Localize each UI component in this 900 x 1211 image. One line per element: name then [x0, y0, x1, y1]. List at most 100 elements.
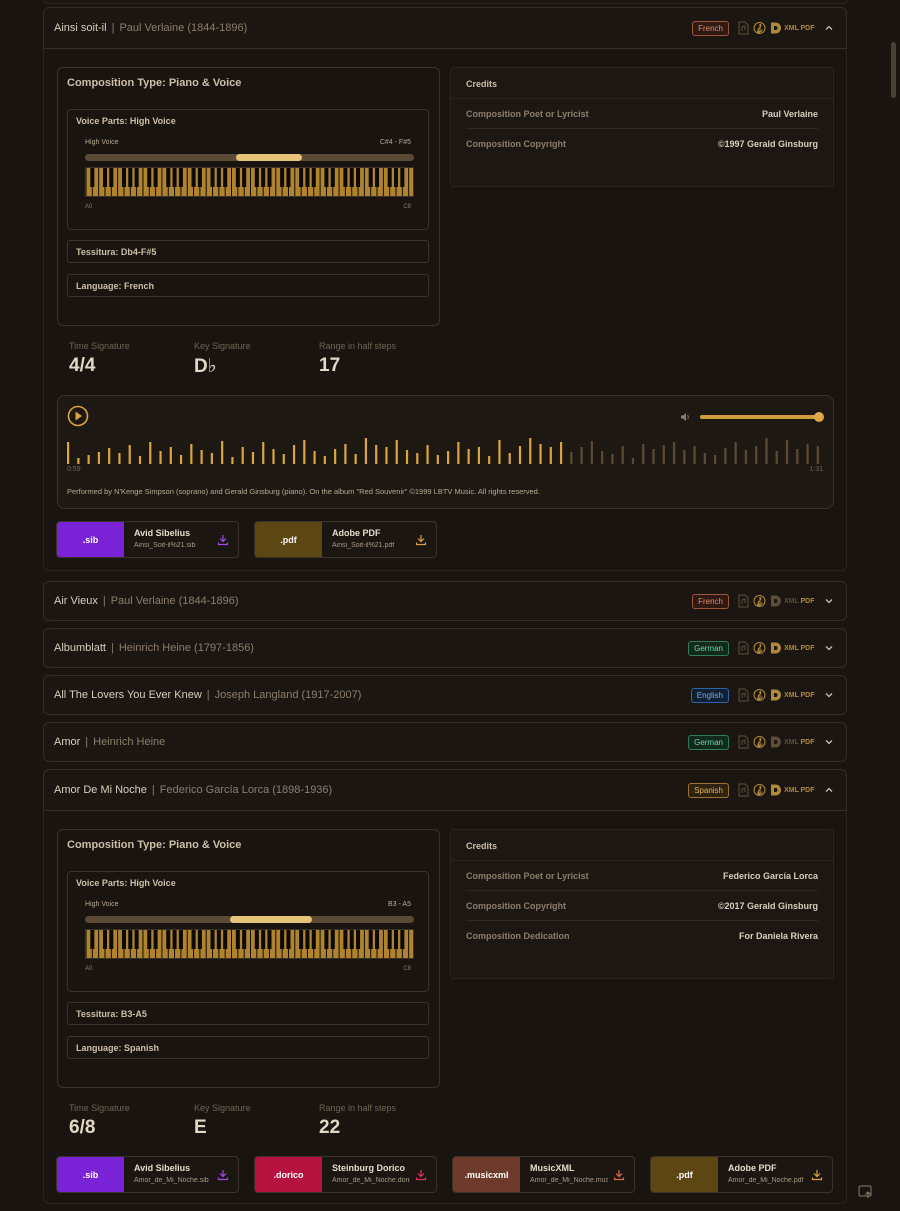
download-icon[interactable] — [415, 1169, 427, 1181]
waveform-bar — [231, 457, 234, 464]
download-musicxml[interactable]: .musicxml MusicXML Amor_de_Mi_Noche.music… — [452, 1156, 635, 1193]
language-badge: German — [688, 734, 729, 750]
waveform-bar — [200, 450, 203, 464]
download-sib[interactable]: .sib Avid Sibelius Ainsi_Soit-il%21.sib — [56, 521, 239, 558]
stat-label: Key Signature — [194, 1103, 251, 1113]
stat-label: Key Signature — [194, 341, 251, 351]
black-key — [393, 930, 399, 949]
waveform-bar — [118, 453, 121, 464]
download-icon[interactable] — [415, 534, 427, 546]
file-type-name: MusicXML — [530, 1163, 575, 1173]
piano-keyboard — [85, 167, 414, 197]
file-name: Ainsi_Soit-il%21.pdf — [332, 542, 395, 549]
waveform[interactable] — [66, 432, 826, 464]
waveform-bar — [457, 442, 460, 464]
song-row-air-vieux[interactable]: Air Vieux | Paul Verlaine (1844-1896) Fren… — [43, 581, 847, 621]
download-icon[interactable] — [217, 1169, 229, 1181]
chevron-down-icon[interactable] — [822, 735, 836, 749]
song-row-amor[interactable]: Amor | Heinrich Heine German XML PDF — [43, 722, 847, 762]
chevron-up-icon[interactable] — [822, 783, 836, 797]
black-key — [216, 168, 221, 187]
credit-row: Composition Copyright ©2017 Gerald Ginsbu… — [466, 891, 818, 921]
pdf-icon: PDF — [800, 24, 815, 32]
waveform-bar — [539, 444, 542, 464]
waveform-bar — [169, 447, 172, 464]
waveform-bar — [97, 452, 101, 464]
volume-knob[interactable] — [814, 412, 824, 422]
scrollbar-thumb[interactable] — [891, 42, 896, 98]
black-key — [368, 168, 373, 187]
waveform-bar — [816, 446, 819, 464]
waveform-bar — [734, 442, 737, 464]
waveform-bar — [436, 455, 439, 464]
black-key — [368, 930, 373, 949]
song-row-albumblatt[interactable]: Albumblatt | Heinrich Heine (1797-1856) Ge… — [43, 628, 847, 668]
separator: | — [102, 595, 106, 607]
volume-slider[interactable] — [700, 415, 820, 419]
download-dorico[interactable]: .dorico Steinburg Dorico Amor_de_Mi_Noche… — [254, 1156, 437, 1193]
black-key — [375, 168, 380, 187]
voice-parts-label: Voice Parts: High Voice — [76, 116, 176, 126]
download-pdf[interactable]: .pdf Adobe PDF Ainsi_Soit-il%21.pdf — [254, 521, 437, 558]
credit-value: Paul Verlaine — [761, 108, 818, 119]
song-row-amor-de-mi-noche[interactable]: Amor De Mi Noche | Federico García Lorca (… — [43, 769, 847, 811]
song-author: Heinrich Heine (1797-1856) — [118, 642, 254, 654]
credits-header: Credits — [451, 68, 833, 99]
download-pdf[interactable]: .pdf Adobe PDF Amor_de_Mi_Noche.pdf — [650, 1156, 833, 1193]
song-row-ainsi-soit-il[interactable]: Ainsi soit-il | Paul Verlaine (1844-1896… — [43, 7, 847, 49]
language-badge: French — [692, 20, 729, 36]
credit-row: Composition Poet or Lyricist Federico Gar… — [466, 861, 818, 891]
file-extension: .dorico — [255, 1157, 322, 1192]
format-icons: XML PDF — [737, 688, 815, 702]
song-row-all-the-lovers[interactable]: All The Lovers You Ever Knew | Joseph Lang… — [43, 675, 847, 715]
waveform-bar — [590, 441, 593, 464]
chevron-down-icon[interactable] — [822, 594, 836, 608]
volume-icon[interactable] — [680, 412, 690, 422]
waveform-bar — [262, 442, 265, 464]
waveform-bar — [364, 438, 368, 464]
stat-value: E — [194, 1117, 207, 1138]
black-key — [109, 168, 114, 187]
black-key — [109, 930, 114, 949]
previous-panel-bottom — [43, 0, 847, 4]
separator: | — [110, 642, 114, 654]
download-icon[interactable] — [217, 534, 229, 546]
download-icon[interactable] — [811, 1169, 823, 1181]
black-key — [153, 168, 158, 187]
waveform-bar — [765, 438, 768, 464]
black-key — [178, 168, 183, 187]
black-key — [286, 930, 291, 949]
file-name: Ainsi_Soit-il%21.sib — [134, 542, 196, 549]
black-key — [311, 930, 316, 949]
format-icons: XML PDF — [737, 594, 815, 608]
chevron-down-icon[interactable] — [822, 688, 836, 702]
waveform-bar — [693, 446, 696, 464]
black-key — [178, 930, 183, 949]
waveform-bar — [87, 455, 90, 464]
download-icon[interactable] — [613, 1169, 625, 1181]
download-sib[interactable]: .sib Avid Sibelius Amor_de_Mi_Noche.sib — [56, 1156, 239, 1193]
play-icon[interactable] — [67, 405, 89, 427]
black-key — [356, 168, 361, 187]
waveform-bar — [518, 446, 522, 464]
waveform-bar — [785, 440, 789, 464]
file-type-name: Steinburg Dorico — [332, 1163, 406, 1173]
chevron-up-icon[interactable] — [822, 21, 836, 35]
black-key — [311, 168, 316, 187]
waveform-bar — [477, 447, 481, 464]
format-icons: XML PDF — [737, 641, 815, 655]
credit-value: ©2017 Gerald Ginsburg — [717, 900, 818, 911]
black-key — [349, 930, 354, 949]
scroll-to-top-icon[interactable] — [858, 1185, 874, 1199]
credits-card: Credits Composition Poet or Lyricist Fede… — [450, 829, 834, 979]
credits-header: Credits — [451, 830, 833, 861]
black-key — [343, 930, 348, 949]
language-badge: French — [692, 593, 729, 609]
chevron-down-icon[interactable] — [822, 641, 836, 655]
waveform-bar — [611, 454, 614, 464]
credit-key: Composition Poet or Lyricist — [466, 108, 589, 119]
waveform-bar — [251, 452, 255, 464]
waveform-bar — [631, 458, 635, 464]
file-audio-icon — [737, 594, 750, 608]
waveform-bar — [683, 450, 686, 464]
